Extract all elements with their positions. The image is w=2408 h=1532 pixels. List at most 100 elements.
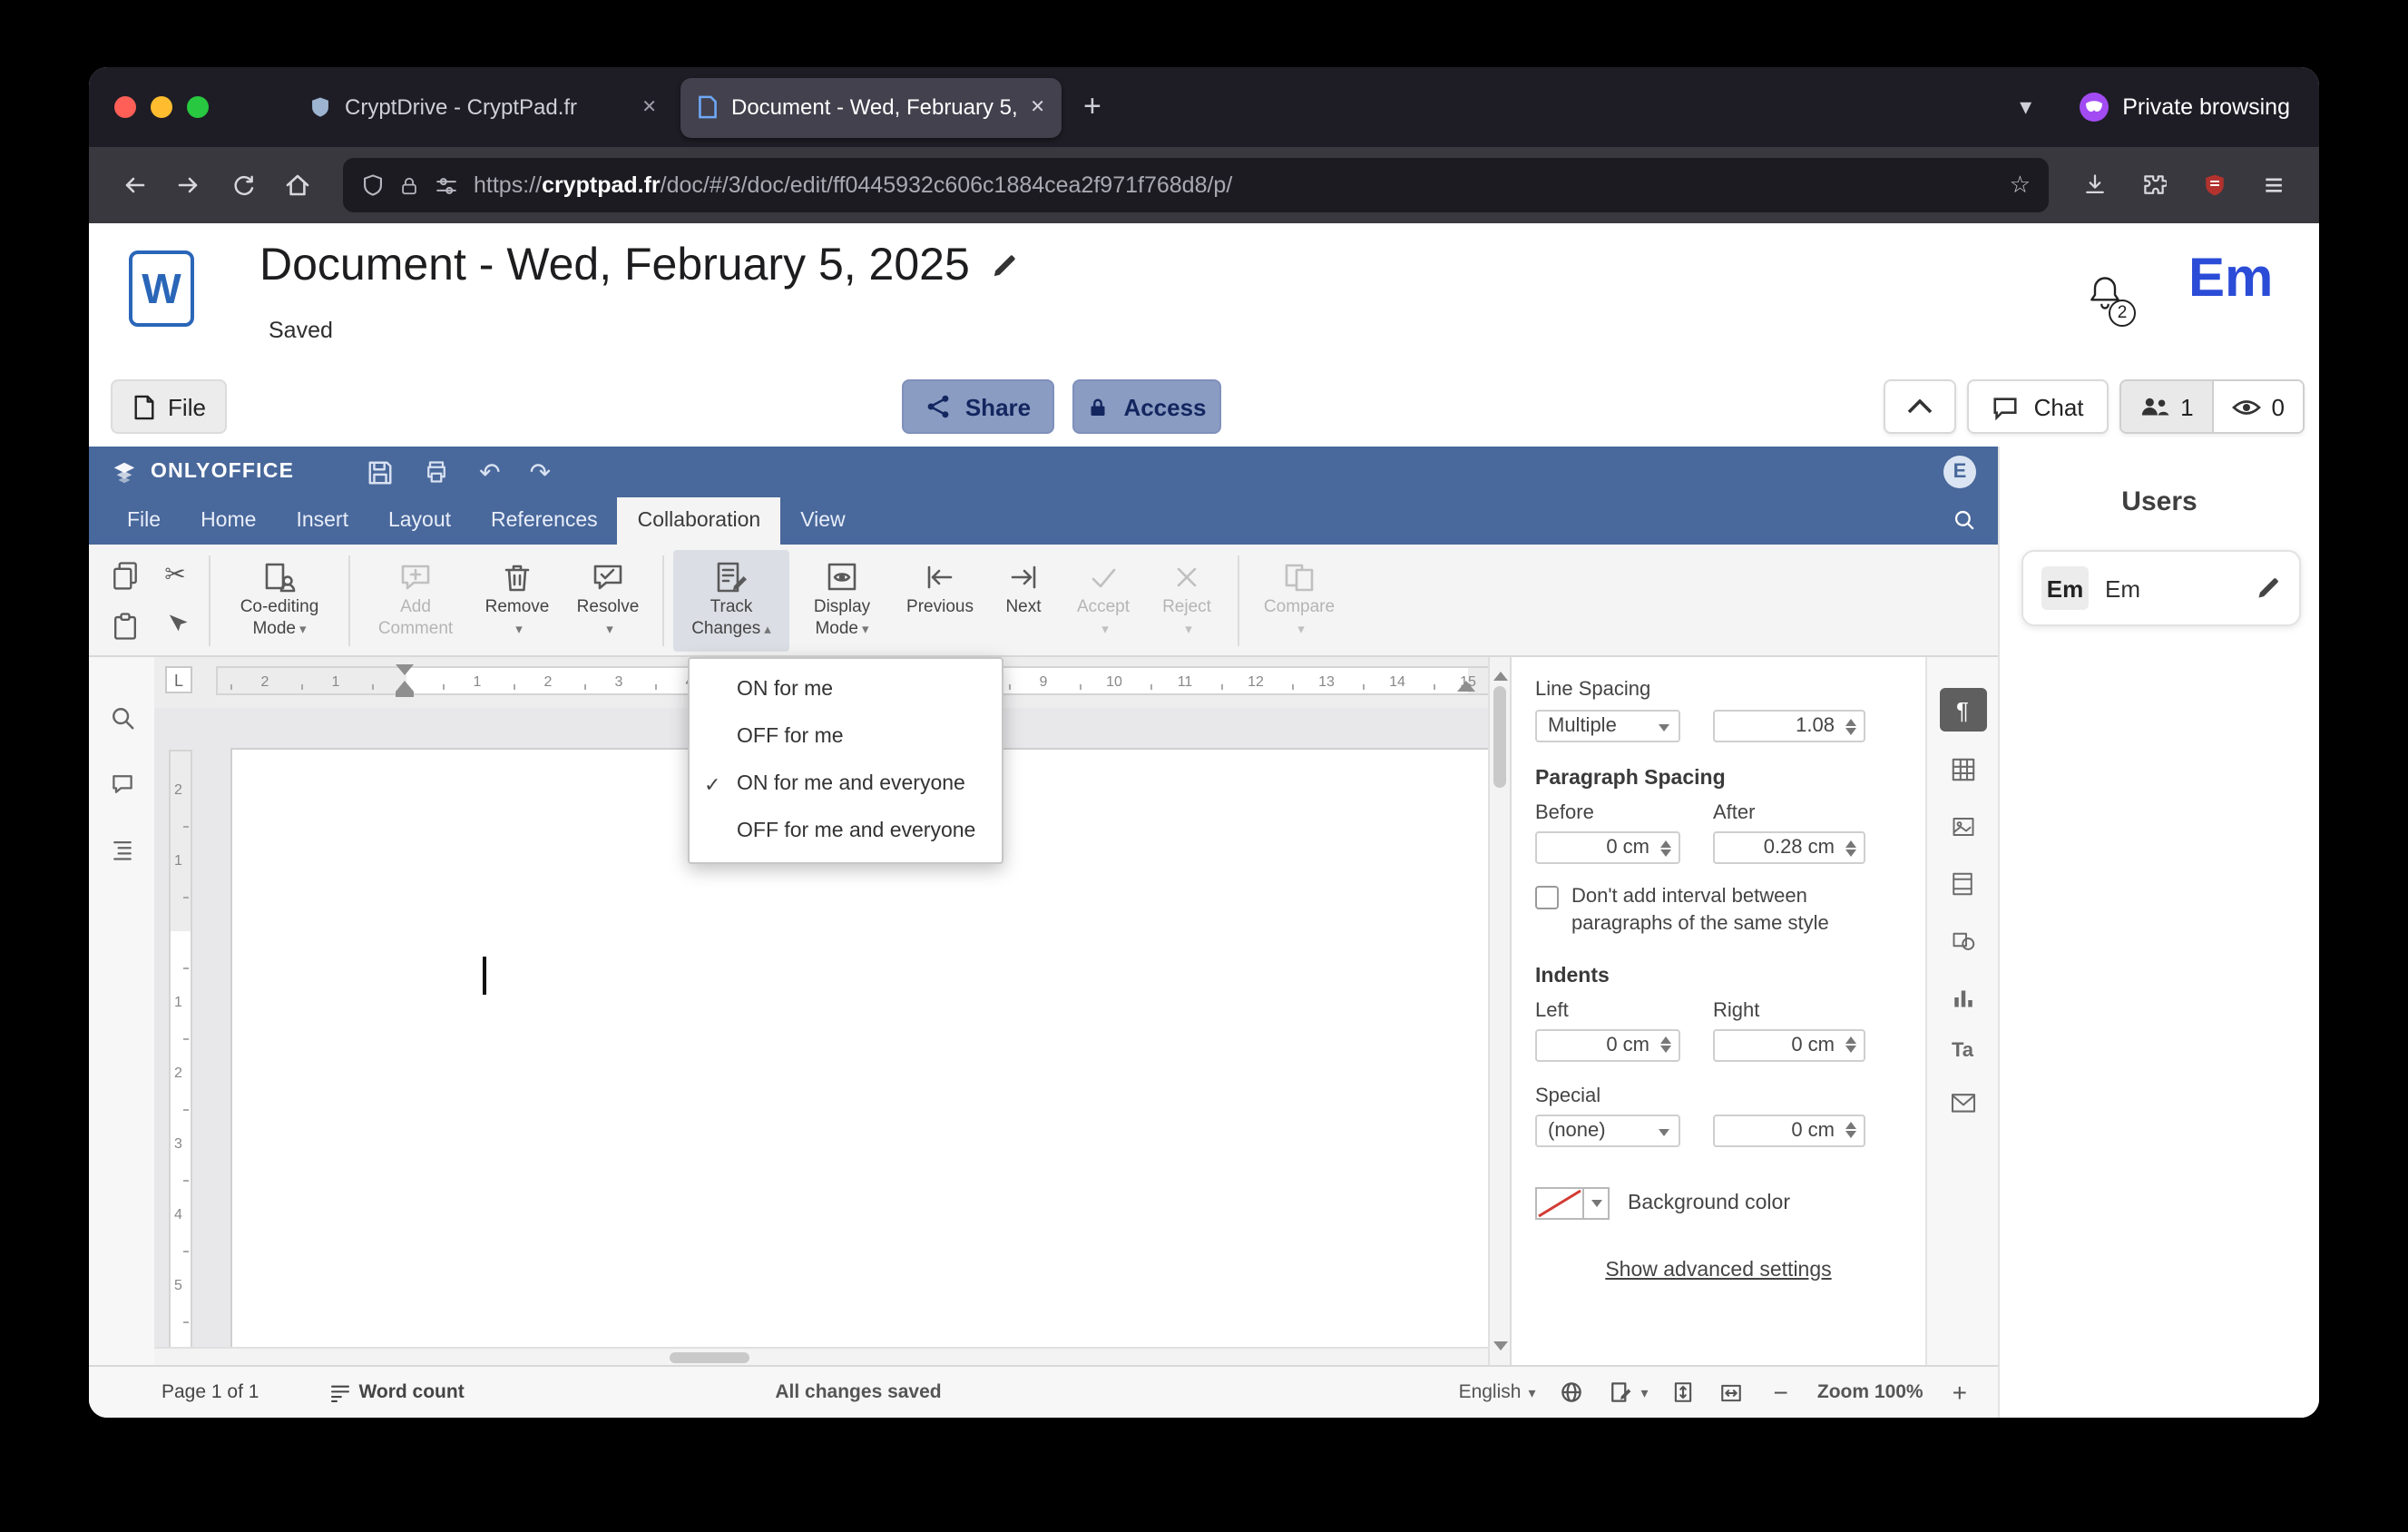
left-indent-marker[interactable]: [396, 692, 414, 697]
select-all-button[interactable]: [151, 601, 200, 650]
scroll-up-arrow[interactable]: [1493, 664, 1508, 681]
menu-tab-view[interactable]: View: [780, 497, 865, 545]
user-list-item[interactable]: Em Em: [2021, 550, 2301, 626]
accept-change-button[interactable]: Accept: [1062, 550, 1145, 652]
menu-tab-home[interactable]: Home: [181, 497, 276, 545]
table-settings-icon[interactable]: [1948, 755, 1977, 784]
navigation-headings-icon[interactable]: [108, 837, 135, 862]
menu-tab-references[interactable]: References: [471, 497, 618, 545]
menu-button[interactable]: ≡: [2246, 158, 2301, 212]
account-avatar[interactable]: Em: [2188, 249, 2273, 310]
bookmark-star-icon[interactable]: ☆: [2010, 171, 2031, 200]
language-selector[interactable]: English ▾: [1459, 1381, 1536, 1403]
zoom-window-button[interactable]: [187, 96, 209, 118]
mail-merge-icon[interactable]: [1948, 1091, 1977, 1115]
reload-button[interactable]: [216, 158, 270, 212]
edit-user-pencil-icon[interactable]: [2256, 575, 2281, 601]
indent-right-input[interactable]: 0 cm: [1713, 1028, 1865, 1062]
zoom-out-button[interactable]: −: [1768, 1378, 1794, 1407]
image-settings-icon[interactable]: [1948, 813, 1977, 840]
previous-change-button[interactable]: Previous: [895, 550, 985, 652]
next-change-button[interactable]: Next: [985, 550, 1062, 652]
fit-page-icon[interactable]: [1672, 1380, 1696, 1405]
save-icon[interactable]: [367, 458, 394, 486]
extensions-button[interactable]: [2127, 158, 2181, 212]
line-spacing-select[interactable]: Multiple: [1535, 710, 1680, 742]
url-bar[interactable]: https://cryptpad.fr/doc/#/3/doc/edit/ff0…: [343, 158, 2049, 212]
document-title[interactable]: Document - Wed, February 5, 2025: [259, 240, 1019, 292]
track-changes-button[interactable]: Track Changes: [673, 550, 789, 652]
right-indent-marker[interactable]: [1457, 681, 1475, 692]
add-comment-button[interactable]: Add Comment: [359, 550, 472, 652]
horizontal-scrollbar[interactable]: [154, 1347, 1488, 1365]
track-changes-status-button[interactable]: ▾: [1609, 1380, 1649, 1405]
vertical-scroll-thumb[interactable]: [1493, 686, 1506, 788]
word-count-button[interactable]: Word count: [328, 1380, 465, 1404]
menu-tab-insert[interactable]: Insert: [276, 497, 368, 545]
vertical-ruler[interactable]: 21123456: [169, 750, 192, 1365]
page-indicator[interactable]: Page 1 of 1: [162, 1381, 259, 1403]
chat-button[interactable]: Chat: [1966, 379, 2109, 434]
track-menu-item-on-for-me-and-everyone[interactable]: ✓ ON for me and everyone: [690, 761, 1002, 808]
new-tab-button[interactable]: +: [1083, 89, 1101, 125]
undo-icon[interactable]: ↶: [479, 457, 500, 487]
reject-change-button[interactable]: Reject: [1145, 550, 1228, 652]
track-menu-item-off-for-me[interactable]: OFF for me: [690, 713, 1002, 761]
collapse-toolbar-button[interactable]: [1883, 379, 1956, 434]
close-tab-icon[interactable]: ✕: [641, 97, 657, 117]
text-art-settings-icon[interactable]: Ta: [1952, 1040, 1973, 1062]
display-mode-button[interactable]: Display Mode: [789, 550, 895, 652]
horizontal-scroll-thumb[interactable]: [670, 1352, 749, 1363]
print-icon[interactable]: [423, 459, 450, 485]
paste-button[interactable]: [100, 601, 149, 650]
forward-button[interactable]: [162, 158, 216, 212]
find-icon[interactable]: [108, 704, 135, 732]
access-button[interactable]: Access: [1072, 379, 1221, 434]
copy-button[interactable]: [100, 550, 149, 599]
special-number[interactable]: 0 cm: [1713, 1114, 1865, 1147]
tab-stop-selector[interactable]: L: [165, 666, 192, 693]
file-menu-button[interactable]: File: [111, 379, 227, 434]
close-tab-icon[interactable]: ✕: [1030, 97, 1045, 117]
tracking-protection-shield-icon[interactable]: [361, 172, 385, 198]
track-menu-item-off-for-me-and-everyone[interactable]: OFF for me and everyone: [690, 808, 1002, 855]
compare-button[interactable]: Compare: [1248, 550, 1350, 652]
downloads-button[interactable]: [2067, 158, 2121, 212]
home-button[interactable]: [270, 158, 325, 212]
zoom-in-button[interactable]: +: [1947, 1378, 1972, 1407]
list-tabs-icon[interactable]: ▾: [2020, 93, 2031, 122]
chart-settings-icon[interactable]: [1948, 984, 1977, 1011]
background-color-button[interactable]: [1535, 1186, 1610, 1220]
viewers-count[interactable]: 0: [2213, 381, 2303, 432]
comments-panel-icon[interactable]: [108, 771, 135, 797]
interval-checkbox-row[interactable]: Don't add interval between paragraphs of…: [1535, 884, 1891, 938]
track-menu-item-on-for-me[interactable]: ON for me: [690, 666, 1002, 713]
interval-checkbox[interactable]: [1535, 886, 1559, 909]
share-button[interactable]: Share: [902, 379, 1054, 434]
coediting-mode-button[interactable]: Co-editing Mode: [220, 550, 339, 652]
close-window-button[interactable]: [114, 96, 136, 118]
menu-tab-file[interactable]: File: [107, 497, 181, 545]
editor-search-icon[interactable]: [1953, 508, 1976, 532]
line-spacing-number[interactable]: 1.08: [1713, 710, 1865, 742]
resolve-button[interactable]: Resolve: [563, 550, 653, 652]
first-line-indent-marker[interactable]: [396, 664, 414, 675]
ublock-origin-button[interactable]: [2187, 158, 2241, 212]
special-select[interactable]: (none): [1535, 1114, 1680, 1147]
fit-width-icon[interactable]: [1719, 1380, 1745, 1404]
minimize-window-button[interactable]: [151, 96, 172, 118]
remove-comment-button[interactable]: Remove: [472, 550, 563, 652]
permissions-icon[interactable]: [434, 173, 459, 197]
hanging-indent-marker[interactable]: [396, 681, 414, 692]
spellcheck-globe-icon[interactable]: [1560, 1380, 1585, 1405]
spacing-after-input[interactable]: 0.28 cm: [1713, 831, 1865, 864]
scroll-down-arrow[interactable]: [1493, 1341, 1508, 1358]
background-color-dropdown-icon[interactable]: [1584, 1186, 1610, 1220]
menu-tab-layout[interactable]: Layout: [368, 497, 471, 545]
shape-settings-icon[interactable]: [1948, 928, 1977, 955]
redo-icon[interactable]: ↷: [530, 457, 551, 487]
tab-cryptdrive[interactable]: CryptDrive - CryptPad.fr ✕: [292, 77, 673, 137]
connection-lock-icon[interactable]: [399, 173, 419, 197]
spacing-before-input[interactable]: 0 cm: [1535, 831, 1680, 864]
editors-count[interactable]: 1: [2120, 381, 2214, 432]
